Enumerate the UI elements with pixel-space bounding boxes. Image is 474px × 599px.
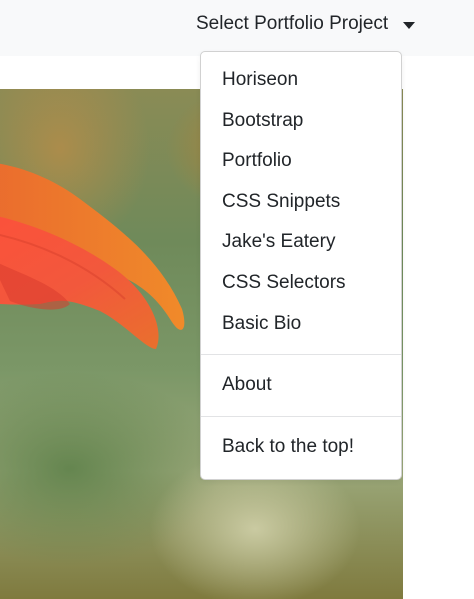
caret-down-icon xyxy=(403,21,416,29)
dropdown-divider xyxy=(201,354,401,356)
toggle-label: Select Portfolio Project xyxy=(196,13,389,34)
dropdown-divider xyxy=(201,415,401,417)
dropdown-item-jakes-eatery[interactable]: Jake's Eatery xyxy=(201,222,401,263)
dropdown-item-bootstrap[interactable]: Bootstrap xyxy=(201,101,401,142)
navbar: Select Portfolio Project xyxy=(0,0,474,56)
dropdown-item-css-snippets[interactable]: CSS Snippets xyxy=(201,182,401,223)
dropdown-item-back-to-top[interactable]: Back to the top! xyxy=(201,427,401,468)
dropdown-item-basic-bio[interactable]: Basic Bio xyxy=(201,304,401,345)
portfolio-dropdown-menu: Horiseon Bootstrap Portfolio CSS Snippet… xyxy=(200,51,402,480)
dropdown-item-horiseon[interactable]: Horiseon xyxy=(201,60,401,101)
dropdown-item-css-selectors[interactable]: CSS Selectors xyxy=(201,263,401,304)
dropdown-item-about[interactable]: About xyxy=(201,365,401,406)
select-portfolio-project-toggle[interactable]: Select Portfolio Project xyxy=(196,8,416,40)
flower-petal-graphic xyxy=(0,163,185,349)
dropdown-item-portfolio[interactable]: Portfolio xyxy=(201,141,401,182)
